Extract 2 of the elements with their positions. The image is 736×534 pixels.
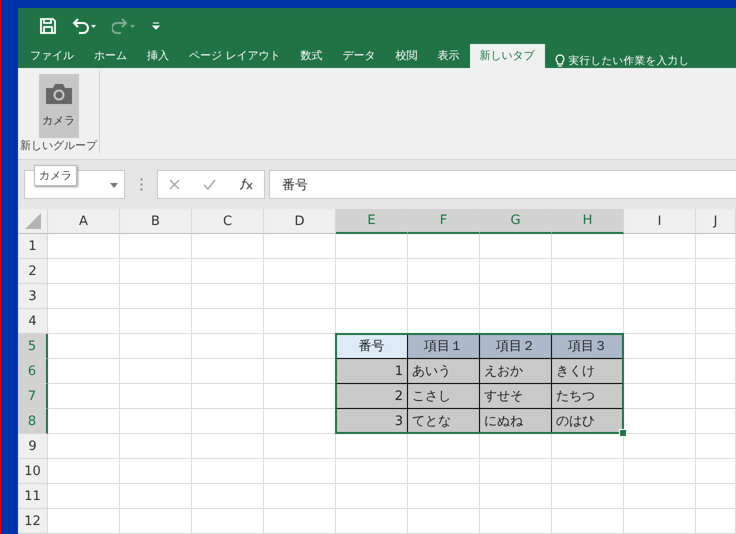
tooltip: カメラ bbox=[34, 165, 77, 186]
group-label: 新しいグループ bbox=[20, 138, 97, 152]
